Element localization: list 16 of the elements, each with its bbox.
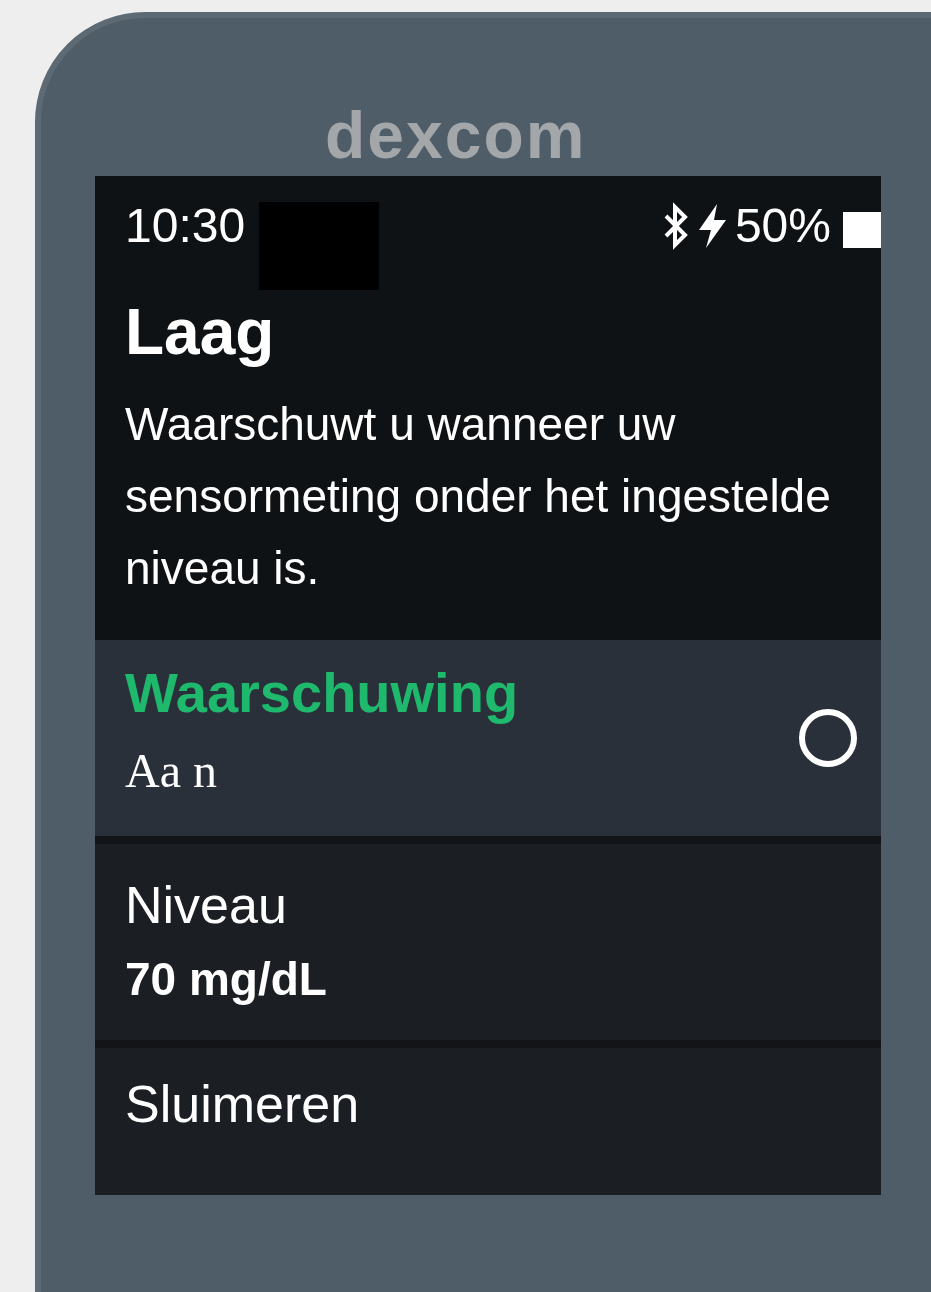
description: Waarschuwt u wanneer uw sensormeting onder het ingestelde niveau is. [124, 397, 832, 596]
setting-label: Waarschuwing [125, 660, 520, 726]
settings-row[interactable]: Sluimeren [95, 1048, 881, 1195]
radio-button[interactable] [799, 709, 857, 767]
settings-row[interactable]: Niveau 70 mg/dL [95, 844, 881, 1040]
bluetooth-icon [662, 202, 689, 250]
setting-value: Aa n [125, 743, 218, 799]
setting-label: Niveau [125, 875, 288, 936]
settings-row[interactable]: Waarschuwing Aa n [95, 640, 881, 836]
battery-percentage: 50% [734, 198, 831, 254]
screen-title: Laag [124, 295, 276, 370]
clock-time: 10:30 [125, 198, 246, 254]
setting-value: 70 mg/dL [125, 952, 328, 1007]
logo: dexcom [325, 106, 588, 164]
battery-icon [843, 212, 881, 248]
setting-label: Sluimeren [125, 1074, 361, 1135]
